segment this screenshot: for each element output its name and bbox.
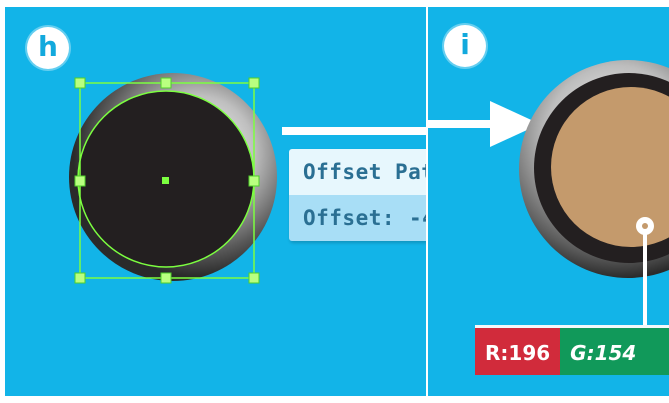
green-value-chip: G:154 xyxy=(560,325,669,375)
center-point xyxy=(162,177,169,184)
pointer-line xyxy=(643,230,647,340)
tutorial-canvas: h Offset Pa Offset: - i R:196 G:154 xyxy=(0,0,669,403)
color-readout: R:196 G:154 xyxy=(475,325,669,375)
arrow-shaft xyxy=(282,127,426,135)
offset-path-callout: Offset Path Offset: -4px xyxy=(289,149,426,241)
callout-title: Offset Path xyxy=(289,149,426,195)
offset-value: -4px xyxy=(409,206,426,230)
arrow-shaft-continued xyxy=(428,120,498,128)
red-value-chip: R:196 xyxy=(475,325,561,375)
offset-label: Offset: xyxy=(303,206,396,230)
panel-step-h: h Offset Pa Offset: - xyxy=(5,7,426,396)
callout-offset-row: Offset: -4px xyxy=(289,195,426,241)
